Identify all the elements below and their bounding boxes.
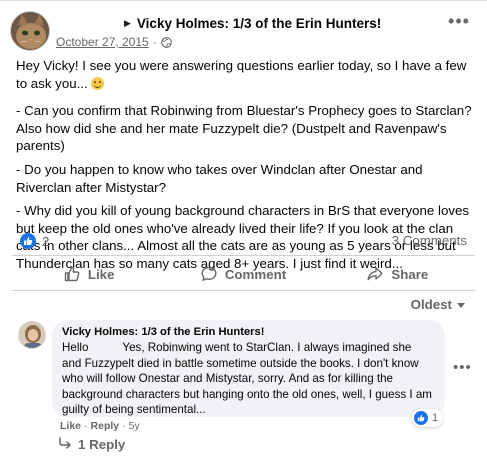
more-horizontal-icon[interactable]: ••• — [453, 359, 472, 376]
chevron-down-icon — [457, 303, 465, 308]
comment-like-link[interactable]: Like — [60, 420, 81, 432]
comment-author[interactable]: Vicky Holmes: 1/3 of the Erin Hunters! — [62, 326, 433, 338]
speech-bubble-icon — [201, 266, 217, 281]
comment-age[interactable]: 5y — [129, 420, 140, 432]
reply-arrow-icon — [58, 437, 72, 452]
comment-reactions[interactable]: 1 — [412, 409, 444, 427]
reaction-count: 2 — [42, 233, 50, 249]
like-reaction-icon — [414, 411, 428, 425]
divider — [12, 290, 475, 291]
meta-separator: · — [152, 35, 157, 49]
like-reaction-icon — [20, 233, 36, 249]
comment-sort-dropdown[interactable]: Oldest — [411, 297, 465, 312]
comment-text: Hello Yes, Robinwing went to StarClan. I … — [62, 341, 432, 416]
comment-button[interactable]: Comment — [166, 259, 320, 289]
comment-reaction-count: 1 — [432, 412, 439, 424]
post-paragraph: - Do you happen to know who takes over W… — [16, 161, 423, 195]
caret-right-icon: ▶ — [124, 18, 131, 28]
comment-actions: Like · Reply · 5y — [60, 420, 140, 432]
smiley-emoji-icon — [91, 76, 105, 90]
like-button[interactable]: Like — [12, 259, 166, 289]
more-horizontal-icon[interactable]: ••• — [445, 11, 473, 31]
share-button[interactable]: Share — [321, 259, 475, 289]
globe-icon[interactable] — [160, 36, 172, 48]
post-card: ▶ Vicky Holmes: 1/3 of the Erin Hunters!… — [0, 0, 487, 461]
commenter-avatar[interactable] — [18, 321, 46, 349]
view-replies-link[interactable]: 1 Reply — [58, 437, 125, 452]
share-button-label: Share — [391, 266, 429, 282]
share-arrow-icon — [367, 267, 384, 281]
like-button-label: Like — [87, 266, 115, 282]
cat-photo-icon — [11, 12, 49, 50]
thumbs-up-icon — [64, 266, 80, 282]
comment-button-label: Comment — [224, 266, 287, 282]
post-reactions[interactable]: 2 — [20, 233, 49, 249]
post-meta: October 27, 2015 · — [56, 35, 172, 49]
divider — [12, 255, 475, 256]
post-paragraph: Hey Vicky! I see you were answering ques… — [16, 58, 467, 91]
post-paragraph: - Can you confirm that Robinwing from Bl… — [16, 103, 472, 154]
post-actions: Like Comment Share — [12, 259, 475, 289]
post-date[interactable]: October 27, 2015 — [56, 35, 149, 49]
sort-label: Oldest — [410, 297, 452, 312]
comment-reply-link[interactable]: Reply — [91, 420, 120, 432]
post-author-name[interactable]: Vicky Holmes: 1/3 of the Erin Hunters! — [137, 16, 381, 31]
person-photo-icon — [19, 322, 45, 348]
comment-bubble: Vicky Holmes: 1/3 of the Erin Hunters! H… — [52, 320, 445, 417]
comments-count[interactable]: 3 Comments — [392, 233, 467, 248]
post-header: ▶ Vicky Holmes: 1/3 of the Erin Hunters! — [124, 16, 381, 31]
replies-count-label: 1 Reply — [78, 437, 126, 452]
author-avatar[interactable] — [10, 11, 50, 51]
